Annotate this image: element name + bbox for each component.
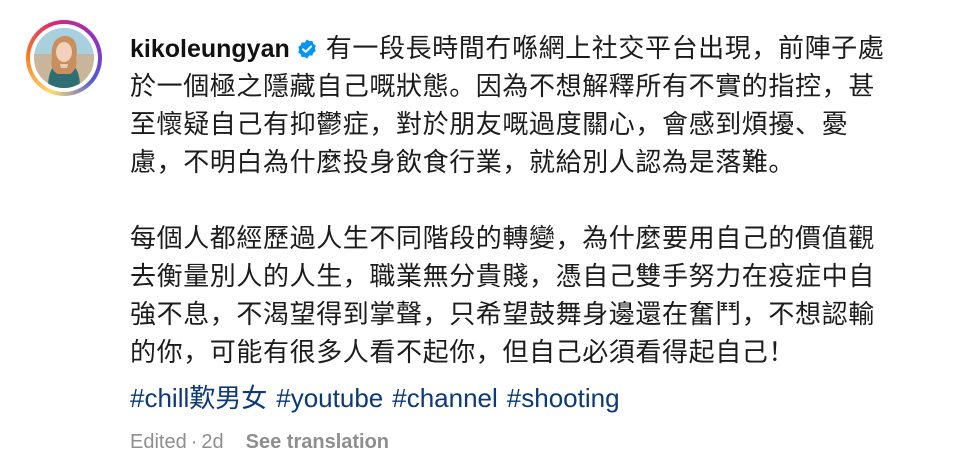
- edited-label: Edited: [130, 431, 187, 453]
- post-timestamp[interactable]: 2d: [201, 431, 223, 453]
- avatar-photo-icon: [34, 28, 94, 88]
- avatar[interactable]: [34, 28, 94, 88]
- caption-p2-line-4: 的你，可能有很多人看不起你，但自己必須看得起自己！: [130, 338, 796, 368]
- caption-p2-line-3: 強不息，不渴望得到掌聲，只希望鼓舞身邊還在奮鬥，不想認輸: [130, 300, 875, 330]
- avatar-story-ring[interactable]: [26, 20, 102, 96]
- hashtag-link[interactable]: #channel: [392, 383, 498, 413]
- hashtag-link[interactable]: #youtube: [276, 383, 383, 413]
- post-meta: Edited · 2d See translation: [130, 428, 389, 456]
- see-translation-button[interactable]: See translation: [246, 431, 389, 453]
- caption-line-2: 於一個極之隱藏自己嘅狀態。因為不想解釋所有不實的指控，甚: [130, 72, 875, 102]
- caption-p2-line-1: 每個人都經歷過人生不同階段的轉變，為什麼要用自己的價值觀: [130, 224, 875, 254]
- username-link[interactable]: kikoleungyan: [130, 35, 290, 63]
- caption-line-1: 有一段長時間冇喺網上社交平台出現，前陣子處: [325, 34, 885, 64]
- hashtag-link[interactable]: #chill歎男女: [130, 383, 267, 413]
- post-caption: kikoleungyan 有一段長時間冇喺網上社交平台出現，前陣子處 於一個極之隱…: [130, 30, 940, 372]
- verified-badge-icon: [296, 33, 318, 59]
- caption-line-4: 慮，不明白為什麼投身飲食行業，就給別人認為是落難。: [130, 148, 796, 178]
- hashtag-row: #chill歎男女 #youtube #channel #shooting: [130, 379, 620, 417]
- caption-first-line: kikoleungyan 有一段長時間冇喺網上社交平台出現，前陣子處: [130, 30, 940, 68]
- meta-separator: ·: [190, 431, 198, 453]
- caption-p2-line-2: 去衡量別人的人生，職業無分貴賤，憑自己雙手努力在疫症中自: [130, 262, 875, 292]
- caption-line-3: 至懷疑自己有抑鬱症，對於朋友嘅過度關心，會感到煩擾、憂: [130, 110, 849, 140]
- hashtag-link[interactable]: #shooting: [507, 383, 620, 413]
